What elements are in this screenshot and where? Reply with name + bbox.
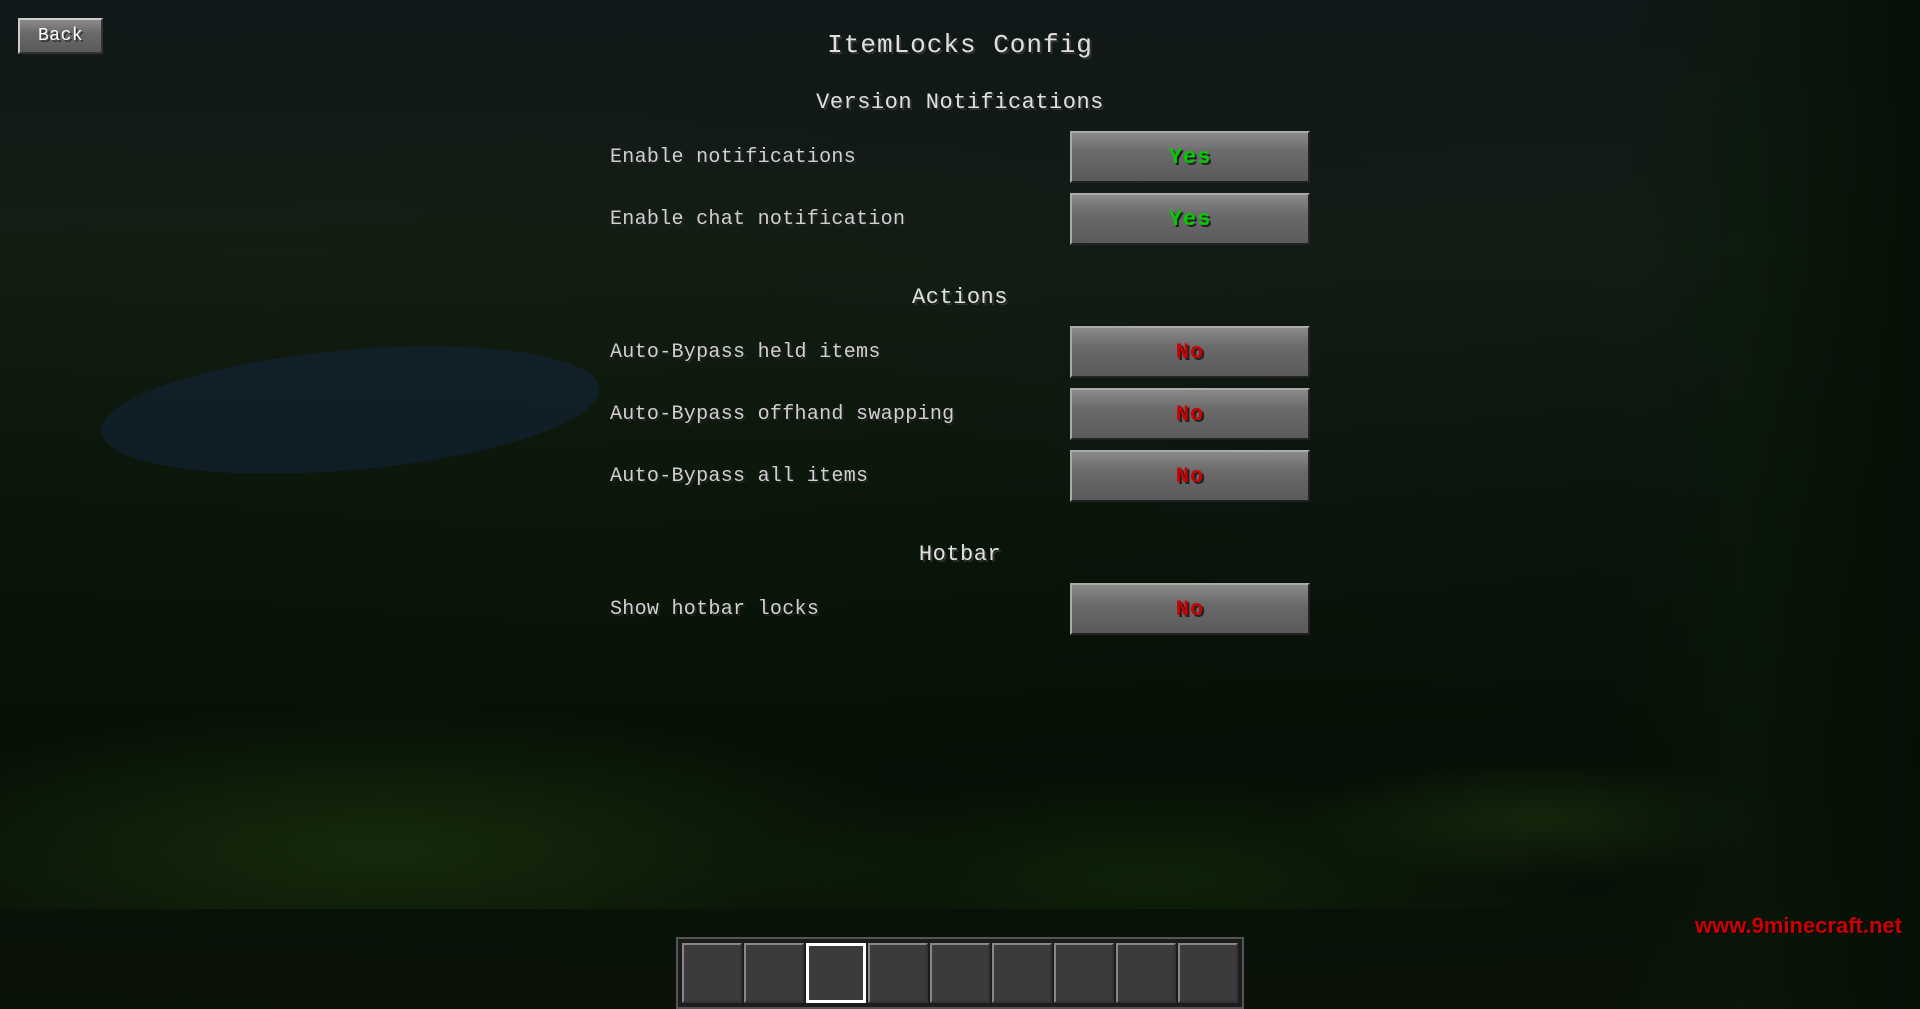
- config-row-auto-bypass-all: Auto-Bypass all items No: [610, 450, 1310, 502]
- section-hotbar: Hotbar Show hotbar locks No: [610, 542, 1310, 645]
- hotbar-slot-9: [1178, 943, 1238, 1003]
- label-auto-bypass-all: Auto-Bypass all items: [610, 465, 868, 488]
- hotbar-slot-7: [1054, 943, 1114, 1003]
- config-row-auto-bypass-offhand: Auto-Bypass offhand swapping No: [610, 388, 1310, 440]
- hotbar-slot-6: [992, 943, 1052, 1003]
- toggle-enable-chat-notification[interactable]: Yes: [1070, 193, 1310, 245]
- label-show-hotbar-locks: Show hotbar locks: [610, 598, 819, 621]
- config-row-enable-chat-notification: Enable chat notification Yes: [610, 193, 1310, 245]
- toggle-auto-bypass-offhand[interactable]: No: [1070, 388, 1310, 440]
- section-title-hotbar: Hotbar: [610, 542, 1310, 567]
- config-row-show-hotbar-locks: Show hotbar locks No: [610, 583, 1310, 635]
- hotbar-slot-4: [868, 943, 928, 1003]
- config-row-auto-bypass-held: Auto-Bypass held items No: [610, 326, 1310, 378]
- section-title-actions: Actions: [610, 285, 1310, 310]
- watermark: www.9minecraft.net: [1695, 913, 1902, 939]
- toggle-enable-notifications[interactable]: Yes: [1070, 131, 1310, 183]
- config-row-enable-notifications: Enable notifications Yes: [610, 131, 1310, 183]
- section-title-version-notifications: Version Notifications: [610, 90, 1310, 115]
- label-auto-bypass-offhand: Auto-Bypass offhand swapping: [610, 403, 954, 426]
- hotbar: [676, 937, 1244, 1009]
- hotbar-slot-3: [806, 943, 866, 1003]
- toggle-show-hotbar-locks[interactable]: No: [1070, 583, 1310, 635]
- toggle-auto-bypass-held[interactable]: No: [1070, 326, 1310, 378]
- section-actions: Actions Auto-Bypass held items No Auto-B…: [610, 285, 1310, 512]
- label-enable-chat-notification: Enable chat notification: [610, 208, 905, 231]
- hotbar-slot-1: [682, 943, 742, 1003]
- section-version-notifications: Version Notifications Enable notificatio…: [610, 90, 1310, 255]
- label-enable-notifications: Enable notifications: [610, 146, 856, 169]
- label-auto-bypass-held: Auto-Bypass held items: [610, 341, 881, 364]
- toggle-auto-bypass-all[interactable]: No: [1070, 450, 1310, 502]
- hotbar-slot-5: [930, 943, 990, 1003]
- hotbar-slot-8: [1116, 943, 1176, 1003]
- main-content: ItemLocks Config Version Notifications E…: [0, 0, 1920, 1009]
- page-title: ItemLocks Config: [827, 30, 1093, 60]
- hotbar-slot-2: [744, 943, 804, 1003]
